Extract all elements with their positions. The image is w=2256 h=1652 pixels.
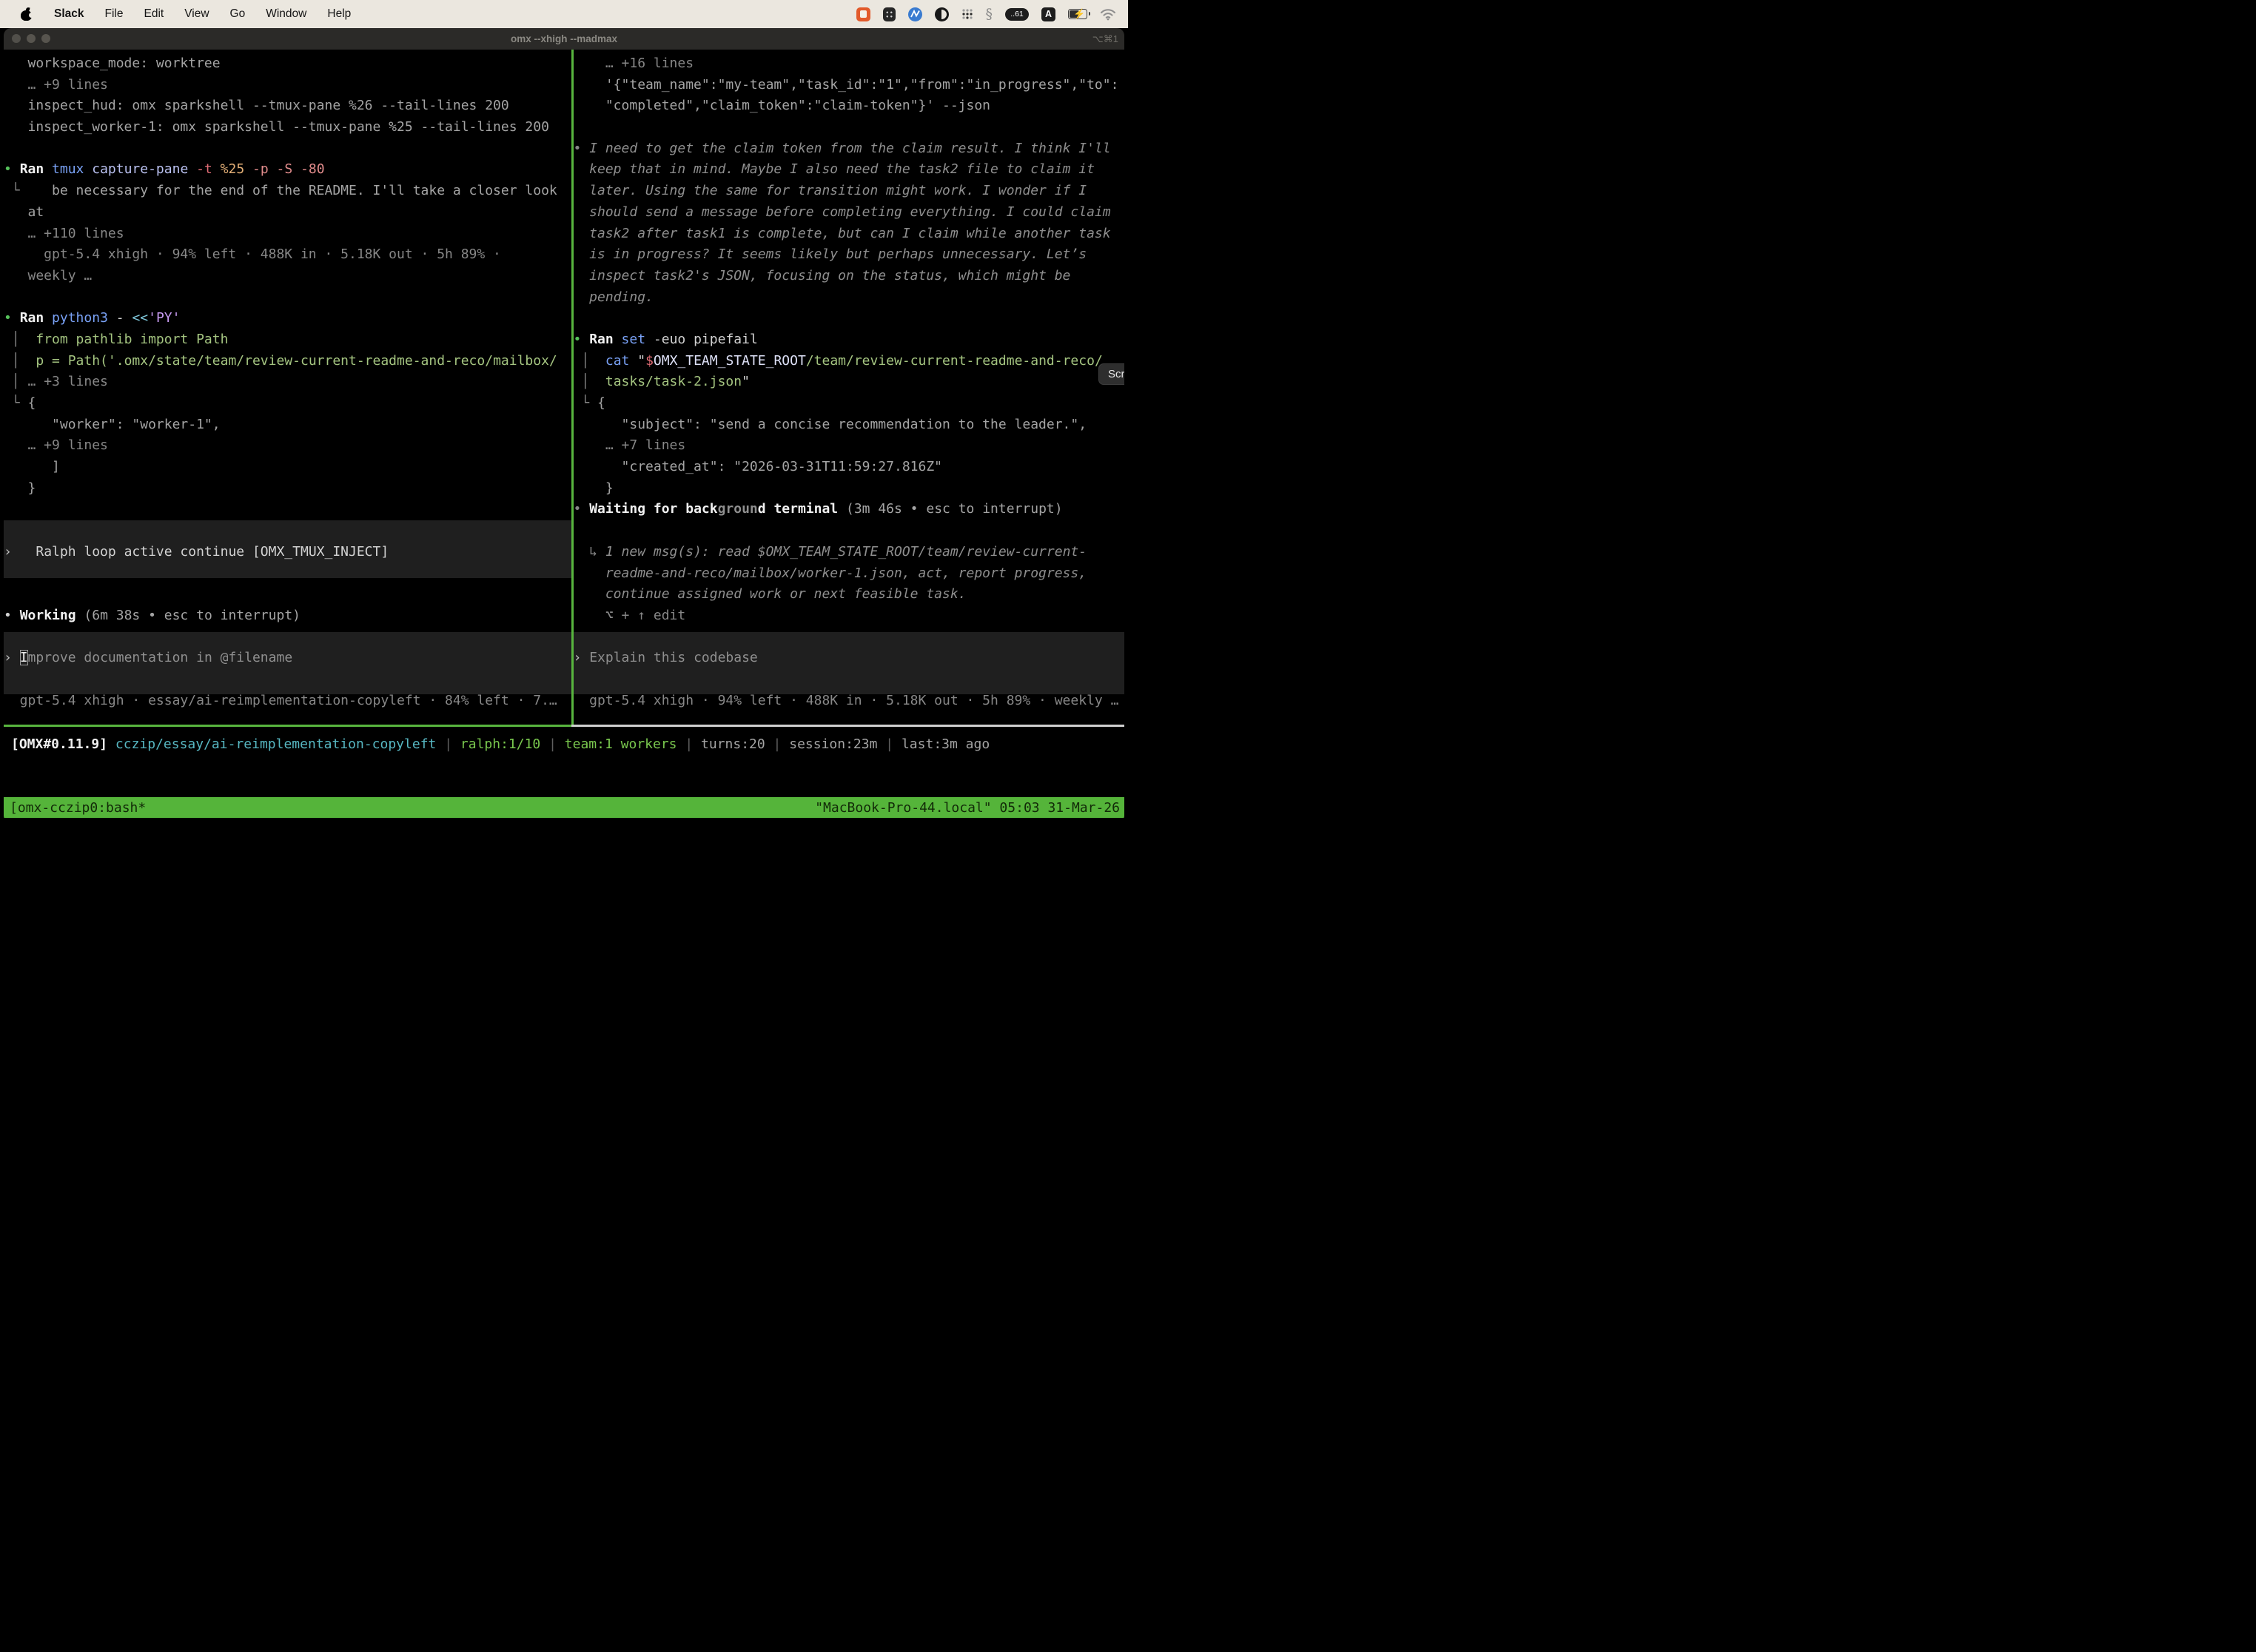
terminal-line: … +110 lines: [4, 224, 571, 245]
terminal-line: … +16 lines: [574, 53, 1125, 75]
terminal-line: [4, 499, 571, 520]
terminal-line: "created_at": "2026-03-31T11:59:27.816Z": [574, 457, 1125, 478]
terminal-line: keep that in mind. Maybe I also need the…: [574, 159, 1125, 181]
terminal-line: }: [574, 478, 1125, 500]
battery-count-badge-icon[interactable]: ..61: [1005, 8, 1029, 21]
terminal-line: }: [4, 478, 571, 500]
pane-border-bottom-left: [4, 725, 571, 727]
battery-icon[interactable]: ⚡: [1068, 9, 1087, 19]
terminal-line: [574, 627, 1125, 648]
menu-items: SlackFileEditViewGoWindowHelp: [44, 7, 361, 21]
terminal-line: ⌥ + ↑ edit: [574, 605, 1125, 627]
omx-status-line: [OMX#0.11.9] cczip/essay/ai-reimplementa…: [4, 733, 1124, 756]
tmux-host-clock: "MacBook-Pro-44.local" 05:03 31-Mar-26: [815, 800, 1124, 816]
terminal-line: continue assigned work or next feasible …: [574, 584, 1125, 605]
terminal-line: inspect_worker-1: omx sparkshell --tmux-…: [4, 117, 571, 138]
moon-arc-icon[interactable]: [935, 7, 949, 21]
terminal-line: should send a message before completing …: [574, 202, 1125, 224]
terminal-line: › Improve documentation in @filename: [4, 648, 571, 669]
terminal-line: is in progress? It seems likely but perh…: [574, 244, 1125, 266]
terminal-line: gpt-5.4 xhigh · essay/ai-reimplementatio…: [4, 691, 571, 712]
terminal-line: task2 after task1 is complete, but can I…: [574, 224, 1125, 245]
window-title: omx --xhigh --madmax: [4, 28, 1124, 50]
terminal-line: ]: [4, 457, 571, 478]
terminal-line: │ … +3 lines: [4, 372, 571, 393]
terminal-line: "worker": "worker-1",: [4, 414, 571, 436]
menu-item-view[interactable]: View: [174, 7, 219, 21]
terminal-line: › Ralph loop active continue [OMX_TMUX_I…: [4, 542, 571, 563]
terminal-line: [4, 584, 571, 605]
terminal-line: [4, 627, 571, 648]
menu-item-go[interactable]: Go: [220, 7, 256, 21]
terminal-line: [4, 520, 571, 542]
terminal-line: later. Using the same for transition mig…: [574, 181, 1125, 202]
terminal-line: "subject": "send a concise recommendatio…: [574, 414, 1125, 436]
menu-item-file[interactable]: File: [95, 7, 134, 21]
terminal-line: readme-and-reco/mailbox/worker-1.json, a…: [574, 563, 1125, 585]
terminal-line: inspect task2's JSON, focusing on the st…: [574, 266, 1125, 287]
terminal-line: [4, 138, 571, 160]
terminal-line: [4, 287, 571, 309]
terminal-line: › Explain this codebase: [574, 648, 1125, 669]
menu-item-slack[interactable]: Slack: [44, 7, 95, 21]
terminal-line: • Ran python3 - <<'PY': [4, 308, 571, 329]
terminal-line: [4, 669, 571, 691]
terminal-line: … +9 lines: [4, 435, 571, 457]
pane-right[interactable]: … +16 lines '{"team_name":"my-team","tas…: [574, 50, 1125, 725]
terminal-line: • Ran tmux capture-pane -t %25 -p -S -80: [4, 159, 571, 181]
terminal-line: … +9 lines: [4, 75, 571, 96]
squiggle-icon[interactable]: §: [986, 7, 993, 21]
terminal-line: [574, 308, 1125, 329]
terminal-line: [574, 117, 1125, 138]
terminal-line: └ {: [574, 393, 1125, 414]
terminal-line: [574, 669, 1125, 691]
terminal-line: │ tasks/task-2.json": [574, 372, 1125, 393]
pane-border-bottom-right: [571, 725, 1124, 727]
dots-grid-icon[interactable]: [961, 8, 973, 20]
window-shortcut-badge: ⌥⌘1: [1092, 28, 1118, 50]
terminal-line: • Working (6m 38s • esc to interrupt): [4, 605, 571, 627]
chat-app-icon[interactable]: [856, 7, 870, 21]
pane-left[interactable]: workspace_mode: worktree … +9 lines insp…: [4, 50, 571, 725]
terminal-line: [574, 520, 1125, 542]
input-source-icon[interactable]: A: [1041, 7, 1055, 21]
terminal-line: '{"team_name":"my-team","task_id":"1","f…: [574, 75, 1125, 96]
terminal-line: [4, 563, 571, 585]
terminal-line: └ be necessary for the end of the README…: [4, 181, 571, 202]
menu-item-help[interactable]: Help: [317, 7, 361, 21]
menu-item-window[interactable]: Window: [255, 7, 317, 21]
terminal-line: gpt-5.4 xhigh · 94% left · 488K in · 5.1…: [4, 244, 571, 266]
terminal-line: • Waiting for background terminal (3m 46…: [574, 499, 1125, 520]
terminal-line: weekly …: [4, 266, 571, 287]
terminal-line: │ cat "$OMX_TEAM_STATE_ROOT/team/review-…: [574, 351, 1125, 372]
terminal-line: • Ran set -euo pipefail: [574, 329, 1125, 351]
terminal: workspace_mode: worktree … +9 lines insp…: [4, 50, 1124, 725]
terminal-window: omx --xhigh --madmax ⌥⌘1 workspace_mode:…: [4, 28, 1124, 822]
terminal-line: │ p = Path('.omx/state/team/review-curre…: [4, 351, 571, 372]
terminal-line: inspect_hud: omx sparkshell --tmux-pane …: [4, 95, 571, 117]
terminal-line: • I need to get the claim token from the…: [574, 138, 1125, 160]
keyboard-grid-icon[interactable]: [883, 7, 896, 21]
screen: SlackFileEditViewGoWindowHelp § ..61 A ⚡: [0, 0, 1128, 826]
menu-bar: SlackFileEditViewGoWindowHelp § ..61 A ⚡: [0, 0, 1128, 28]
terminal-line: └ {: [4, 393, 571, 414]
terminal-line: "completed","claim_token":"claim-token"}…: [574, 95, 1125, 117]
terminal-line: pending.: [574, 287, 1125, 309]
terminal-line: … +7 lines: [574, 435, 1125, 457]
menu-status-icons: § ..61 A ⚡: [856, 7, 1129, 21]
wifi-icon[interactable]: [1100, 8, 1116, 21]
stats-badge-icon[interactable]: [908, 7, 922, 21]
terminal-line: workspace_mode: worktree: [4, 53, 571, 75]
menu-item-edit[interactable]: Edit: [134, 7, 175, 21]
terminal-line: ↳ 1 new msg(s): read $OMX_TEAM_STATE_ROO…: [574, 542, 1125, 563]
screenshot-tooltip: Scre: [1098, 363, 1124, 385]
tmux-status-bar: [omx-cczip0:bash* "MacBook-Pro-44.local"…: [4, 797, 1124, 818]
tmux-session-label: [omx-cczip0:bash*: [4, 800, 146, 816]
terminal-line: gpt-5.4 xhigh · 94% left · 488K in · 5.1…: [574, 691, 1125, 712]
apple-icon[interactable]: [21, 8, 32, 21]
terminal-line: │ from pathlib import Path: [4, 329, 571, 351]
title-bar: omx --xhigh --madmax ⌥⌘1: [4, 28, 1124, 50]
terminal-line: at: [4, 202, 571, 224]
